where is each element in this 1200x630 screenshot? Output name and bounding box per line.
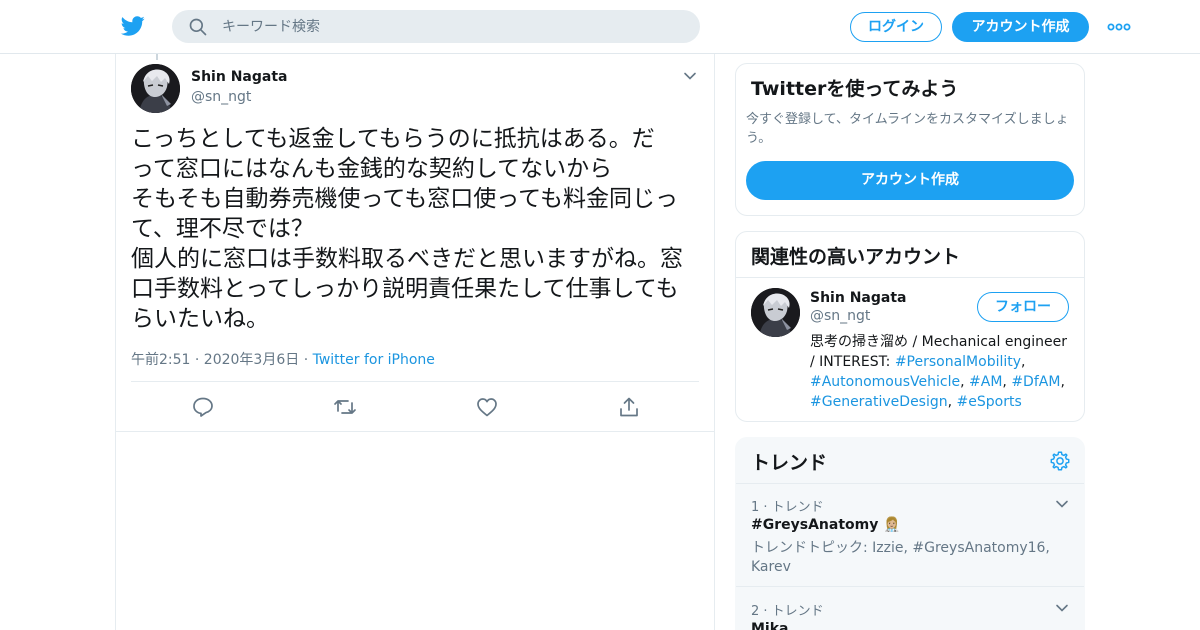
author-name[interactable]: Shin Nagata [191, 69, 287, 85]
related-card-title: 関連性の高いアカウント [751, 246, 961, 268]
tweet-text-line: って窓口にはなんも金銭的な契約してないから [131, 156, 613, 182]
hashtag-link[interactable]: #eSports [957, 394, 1022, 410]
signup-button[interactable]: アカウント作成 [952, 12, 1089, 42]
trend-emoji: 👩🏼‍⚕️ [883, 517, 901, 533]
related-account-handle[interactable]: @sn_ngt [810, 308, 870, 324]
trends-card-header: トレンド [736, 438, 1084, 484]
related-account-avatar[interactable] [751, 288, 800, 337]
avatar-image [751, 288, 800, 337]
trend-name[interactable]: #GreysAnatomy 👩🏼‍⚕️ [751, 517, 901, 533]
related-account-name[interactable]: Shin Nagata [810, 290, 906, 306]
tweet-text-line: そもそも自動券売機使っても窓口使っても料金同じっ [131, 186, 678, 212]
like-icon[interactable] [475, 395, 499, 419]
tweet-source[interactable]: Twitter for iPhone [313, 352, 435, 368]
trends-card: トレンド 1 · トレンド #GreysAnatomy 👩🏼‍⚕️ トレンドトピ… [735, 437, 1085, 630]
trend-name-text: #GreysAnatomy [751, 517, 879, 533]
trend-item[interactable]: 2 · トレンド Mika [736, 588, 1084, 630]
retweet-icon[interactable] [333, 395, 357, 419]
signup-card: Twitterを使ってみよう 今すぐ登録して、タイムラインをカスタマイズしましょ… [735, 63, 1085, 216]
bio-text: 思考の掃き溜め / Mechanical engineer [810, 334, 1067, 350]
author-handle[interactable]: @sn_ngt [191, 89, 251, 105]
trends-card-title: トレンド [751, 452, 828, 474]
trend-context: トレンドトピック: Izzie, #GreysAnatomy16, Karev [751, 540, 1050, 575]
tweet-column: Shin Nagata @sn_ngt こっちとしても返金してもらうのに抵抗はあ… [115, 54, 715, 630]
tweet: Shin Nagata @sn_ngt こっちとしても返金してもらうのに抵抗はあ… [116, 54, 714, 432]
signup-card-button[interactable]: アカウント作成 [746, 161, 1074, 200]
hashtag-link[interactable]: #AM [969, 374, 1002, 390]
top-bar: ログイン アカウント作成 [0, 0, 1200, 54]
search-icon [189, 18, 207, 36]
author-avatar[interactable] [131, 64, 180, 113]
divider [131, 381, 699, 382]
avatar-image [131, 64, 180, 113]
trend-meta: 2 · トレンド [751, 604, 824, 619]
login-button[interactable]: ログイン [850, 12, 942, 42]
meta-separator: · [303, 352, 309, 368]
tweet-timestamp[interactable]: 午前2:51 · 2020年3月6日 [131, 352, 299, 368]
follow-button[interactable]: フォロー [977, 292, 1069, 322]
more-dots-icon[interactable] [1106, 18, 1132, 36]
bio-text: / INTEREST: [810, 354, 895, 370]
gear-icon[interactable] [1049, 450, 1071, 472]
signup-card-title: Twitterを使ってみよう [751, 78, 959, 100]
hashtag-link[interactable]: #GenerativeDesign [810, 394, 948, 410]
share-icon[interactable] [617, 395, 641, 419]
search-input[interactable] [222, 10, 682, 43]
reply-icon[interactable] [191, 395, 215, 419]
hashtag-link[interactable]: #PersonalMobility [895, 354, 1021, 370]
search-box[interactable] [172, 10, 700, 43]
trend-name[interactable]: Mika [751, 621, 789, 630]
related-card-header: 関連性の高いアカウント [736, 232, 1084, 278]
trend-item[interactable]: 1 · トレンド #GreysAnatomy 👩🏼‍⚕️ トレンドトピック: I… [736, 484, 1084, 587]
related-accounts-card: 関連性の高いアカウント Shin Nagata @sn_ngt フォロー 思考の… [735, 231, 1085, 422]
tweet-text-line: らいたいね。 [131, 306, 269, 332]
tweet-meta: 午前2:51 · 2020年3月6日 · Twitter for iPhone [131, 349, 435, 369]
chevron-down-icon[interactable] [1054, 496, 1070, 512]
trend-meta: 1 · トレンド [751, 500, 824, 515]
tweet-text-line: 口手数料とってしっかり説明責任果たして仕事しても [131, 276, 679, 302]
hashtag-link[interactable]: #AutonomousVehicle [810, 374, 960, 390]
hashtag-link[interactable]: #DfAM [1011, 374, 1060, 390]
tweet-text-line: こっちとしても返金してもらうのに抵抗はある。だ [131, 126, 655, 152]
tweet-text-line: 個人的に窓口は手数料取るべきだと思いますがね。窓 [131, 246, 683, 272]
chevron-down-icon[interactable] [682, 68, 698, 84]
signup-card-description: 今すぐ登録して、タイムラインをカスタマイズしましょう。 [746, 112, 1069, 146]
tweet-text-line: て、理不尽では？ [131, 216, 314, 242]
chevron-down-icon[interactable] [1054, 600, 1070, 616]
related-account-bio: 思考の掃き溜め / Mechanical engineer / INTEREST… [810, 334, 1067, 410]
tweet-text: こっちとしても返金してもらうのに抵抗はある。だ って窓口にはなんも金銭的な契約し… [131, 124, 701, 334]
twitter-bird-icon[interactable] [120, 14, 146, 38]
